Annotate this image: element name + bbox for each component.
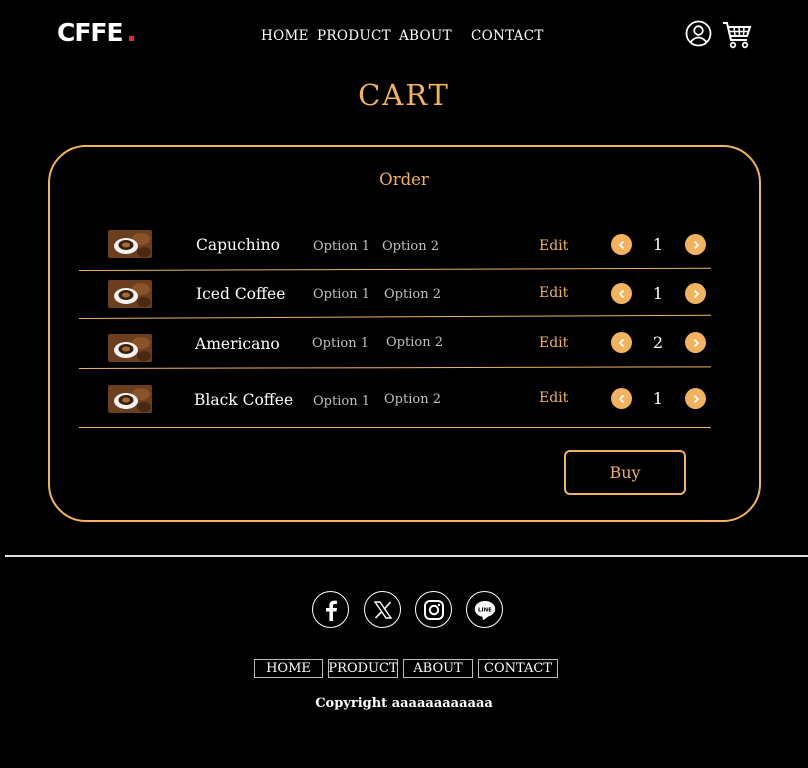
nav-contact[interactable]: CONTACT (471, 28, 544, 44)
decrease-qty-button[interactable] (611, 388, 632, 409)
edit-button[interactable]: Edit (539, 238, 568, 254)
option-2[interactable]: Option 2 (384, 287, 441, 302)
chevron-left-icon (618, 394, 624, 403)
chevron-right-icon (693, 240, 699, 249)
qty-value: 1 (652, 235, 664, 254)
option-2[interactable]: Option 2 (386, 335, 443, 350)
decrease-qty-button[interactable] (611, 283, 632, 304)
instagram-icon[interactable] (415, 591, 452, 628)
user-icon[interactable] (685, 20, 712, 51)
increase-qty-button[interactable] (685, 234, 706, 255)
nav-home[interactable]: HOME (261, 28, 309, 44)
buy-button[interactable]: Buy (564, 450, 686, 495)
x-icon[interactable] (364, 591, 401, 628)
chevron-right-icon (693, 394, 699, 403)
edit-button[interactable]: Edit (539, 285, 568, 301)
decrease-qty-button[interactable] (611, 332, 632, 353)
qty-value: 1 (652, 389, 664, 408)
coffee-thumbnail (108, 230, 152, 258)
coffee-thumbnail (108, 334, 152, 362)
copyright: Copyright aaaaaaaaaaaa (315, 696, 493, 711)
facebook-icon[interactable] (312, 591, 349, 628)
increase-qty-button[interactable] (685, 388, 706, 409)
chevron-left-icon (618, 240, 624, 249)
nav-product[interactable]: PRODUCT (317, 28, 391, 44)
page-title: CART (358, 78, 450, 112)
decrease-qty-button[interactable] (611, 234, 632, 255)
chevron-left-icon (618, 338, 624, 347)
edit-button[interactable]: Edit (539, 390, 568, 406)
qty-value: 1 (652, 284, 664, 303)
logo[interactable]: CFFE (57, 18, 134, 47)
logo-dot (128, 36, 134, 41)
qty-value: 2 (652, 333, 664, 352)
svg-text:LINE: LINE (478, 607, 492, 613)
footer-contact[interactable]: CONTACT (478, 659, 558, 678)
chevron-right-icon (693, 289, 699, 298)
footer-divider (5, 555, 808, 557)
product-name: Black Coffee (194, 391, 294, 409)
row-divider (79, 427, 711, 428)
product-name: Americano (195, 335, 280, 353)
footer-about[interactable]: ABOUT (403, 659, 473, 678)
logo-text: CFFE (57, 18, 124, 47)
option-2[interactable]: Option 2 (384, 392, 441, 407)
option-2[interactable]: Option 2 (382, 239, 439, 254)
option-1[interactable]: Option 1 (313, 287, 370, 302)
chevron-right-icon (693, 338, 699, 347)
footer-product[interactable]: PRODUCT (328, 659, 398, 678)
product-name: Capuchino (196, 236, 280, 254)
cart-icon[interactable] (722, 20, 752, 53)
coffee-thumbnail (108, 280, 152, 308)
edit-button[interactable]: Edit (539, 335, 568, 351)
chevron-left-icon (618, 289, 624, 298)
footer-home[interactable]: HOME (254, 659, 323, 678)
order-title: Order (379, 170, 429, 189)
coffee-thumbnail (108, 385, 152, 413)
increase-qty-button[interactable] (685, 283, 706, 304)
nav-about[interactable]: ABOUT (399, 28, 452, 44)
option-1[interactable]: Option 1 (313, 239, 370, 254)
option-1[interactable]: Option 1 (312, 336, 369, 351)
product-name: Iced Coffee (196, 285, 286, 303)
line-icon[interactable]: LINE (466, 591, 503, 628)
increase-qty-button[interactable] (685, 332, 706, 353)
option-1[interactable]: Option 1 (313, 394, 370, 409)
